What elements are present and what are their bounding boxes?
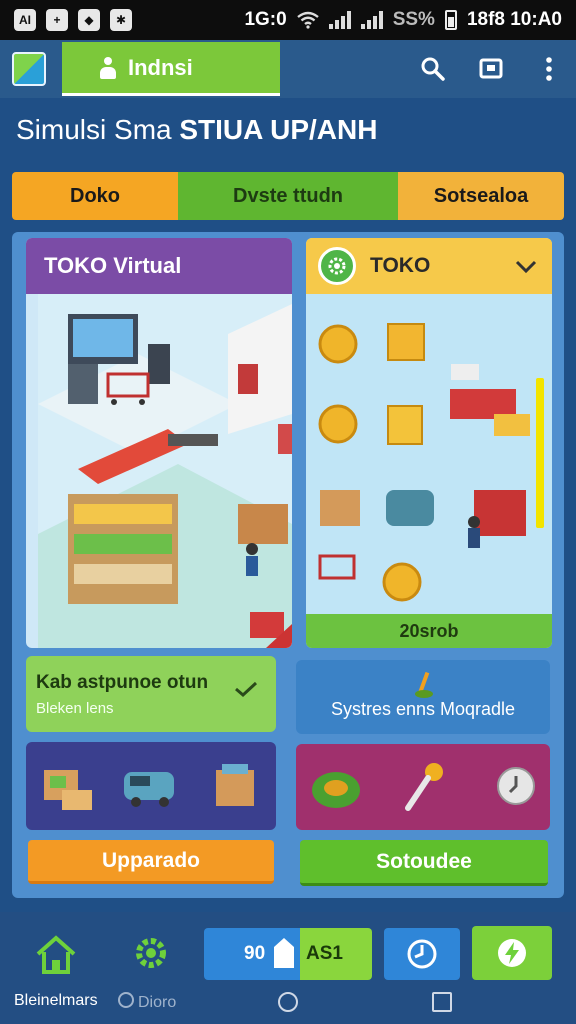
info-card-subtitle: Bleken lens: [36, 700, 114, 717]
page-title-light: Simulsi Sma: [16, 114, 180, 145]
page-title: Simulsi Sma STIUA UP/ANH: [16, 114, 377, 146]
status-right: 1G:0 SS% 18f8 10:A0: [244, 9, 562, 31]
status-left-icons: AI + ◆ ✱: [14, 9, 132, 31]
cast-icon[interactable]: [476, 54, 506, 84]
wifi-icon: [296, 11, 319, 29]
tab-indnsi-label: Indnsi: [128, 54, 193, 80]
app-bar: Indnsi: [0, 40, 576, 98]
main-panel: TOKO Virtual TOKO 20srob Kab astpunoe ot…: [12, 232, 564, 898]
crate-icon: [216, 764, 254, 806]
boxes-icon: [44, 770, 92, 810]
app-bar-actions: [418, 54, 564, 84]
upgrade-button[interactable]: Upparado: [28, 840, 274, 884]
search-icon[interactable]: [418, 54, 448, 84]
upgrade-info-label: Systres enns Moqradle: [330, 699, 516, 719]
gear-icon: [318, 247, 356, 285]
ai-icon: AI: [14, 9, 36, 31]
hat-icon: [312, 772, 360, 808]
tab-sotsealoa[interactable]: Sotsealoa: [398, 172, 564, 220]
home-icon[interactable]: [34, 932, 78, 976]
nav-label-home[interactable]: Bleinelmars: [14, 992, 98, 1010]
lightning-icon: [498, 939, 526, 967]
timer-button[interactable]: [384, 928, 460, 980]
toko-footer[interactable]: 20srob: [306, 614, 552, 648]
more-vert-icon[interactable]: [534, 54, 564, 84]
plus-icon: +: [46, 9, 68, 31]
tab-doko[interactable]: Doko: [12, 172, 178, 220]
settings-gear-icon[interactable]: [132, 934, 170, 972]
price-tag-icon: [274, 938, 294, 968]
van-icon: [124, 772, 174, 807]
key-icon: [405, 763, 443, 811]
chevron-down-icon[interactable]: [514, 258, 538, 274]
upgrade-info-card[interactable]: Systres enns Moqradle: [296, 660, 550, 734]
page-title-bold: STIUA UP/ANH: [179, 114, 378, 145]
lever-icon: [415, 671, 433, 698]
compass-icon: ◆: [78, 9, 100, 31]
tab-dvste-ttudn[interactable]: Dvste ttudn: [178, 172, 398, 220]
app-logo[interactable]: [12, 52, 46, 86]
virtual-store-card[interactable]: TOKO Virtual: [26, 238, 292, 648]
virtual-store-scene-image: [38, 294, 292, 648]
toko-title: TOKO: [370, 254, 431, 277]
status-time-left: 1G:0: [244, 9, 287, 30]
status-time-right: 18f8 10:A0: [466, 9, 562, 30]
tab-indnsi[interactable]: Indnsi: [62, 42, 280, 96]
counter-value-b: AS1: [300, 928, 372, 980]
toko-header: TOKO: [306, 238, 552, 294]
counter-value-a: 90: [244, 943, 266, 964]
signal-icon: [328, 11, 351, 29]
clock-icon: [497, 767, 535, 805]
signal-icon-2: [360, 11, 383, 29]
virtual-store-header: TOKO Virtual: [26, 238, 292, 294]
toko-items-image: [318, 323, 530, 602]
nav-label-settings[interactable]: Dioro: [118, 992, 176, 1012]
battery-percent: SS%: [392, 9, 435, 30]
items-tray-left[interactable]: [26, 742, 276, 830]
person-icon: [100, 57, 116, 79]
items-tray-right[interactable]: [296, 744, 550, 830]
go-button[interactable]: [472, 926, 552, 980]
currency-counter[interactable]: 90 AS1: [204, 928, 372, 980]
virtual-store-title: TOKO Virtual: [44, 253, 182, 278]
system-recents-icon[interactable]: [432, 992, 452, 1012]
bottom-nav: Bleinelmars Dioro 90 AS1: [0, 912, 576, 1024]
toko-card[interactable]: TOKO 20srob: [306, 238, 552, 648]
shield-icon: ✱: [110, 9, 132, 31]
counter-primary: 90: [204, 928, 300, 980]
tab-bar: Doko Dvste ttudn Sotsealoa: [12, 172, 564, 220]
info-card-green[interactable]: Kab astpunoe otun Bleken lens: [26, 656, 276, 732]
system-home-icon[interactable]: [278, 992, 298, 1012]
status-bar: AI + ◆ ✱ 1G:0 SS% 18f8 10:A0: [0, 0, 576, 40]
battery-icon: [444, 10, 457, 30]
sotoudee-button[interactable]: Sotoudee: [300, 840, 548, 886]
timer-icon: [407, 939, 437, 969]
check-icon: [235, 681, 258, 698]
scroll-indicator[interactable]: [536, 378, 544, 528]
